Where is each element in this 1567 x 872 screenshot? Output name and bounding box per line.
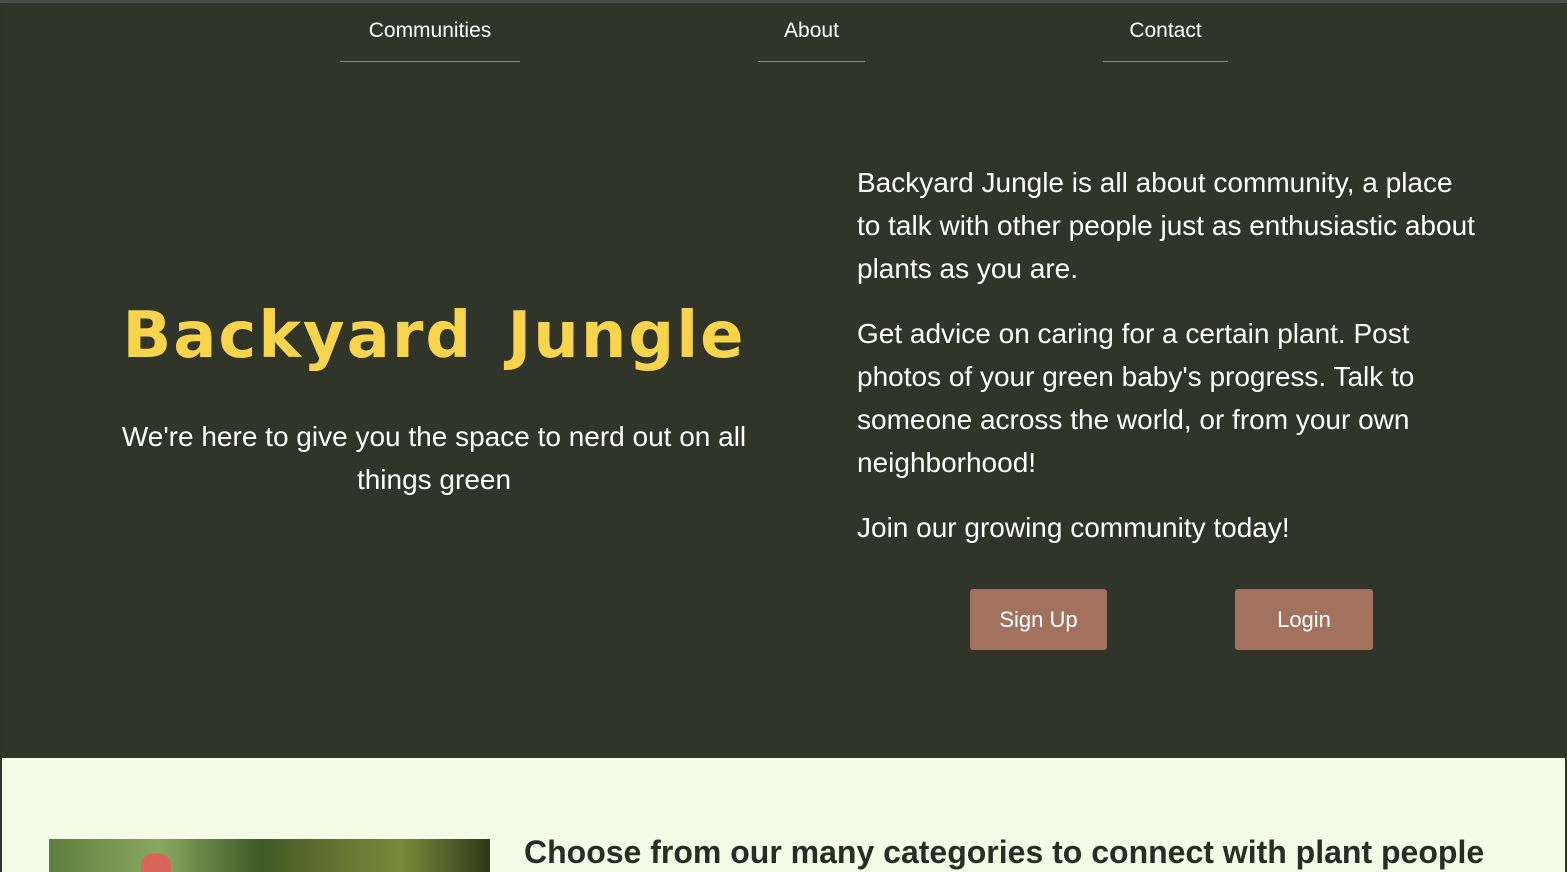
login-button[interactable]: Login [1235,589,1373,650]
about-text: Backyard Jungle is all about community, … [857,161,1477,571]
gardening-photo [49,839,490,872]
nav-link-communities[interactable]: Communities [340,13,520,62]
sign-up-button[interactable]: Sign Up [970,589,1107,650]
nav-link-about[interactable]: About [758,13,865,62]
nav-link-contact[interactable]: Contact [1103,13,1228,62]
about-paragraph-join: Join our growing community today! [857,512,1290,543]
site-title: Backyard Jungle [122,299,746,373]
about-paragraph-community: Backyard Jungle is all about community, … [857,167,1475,284]
categories-section: Choose from our many categories to conne… [2,758,1565,872]
categories-heading: Choose from our many categories to conne… [524,834,1485,870]
photo-person-hat [141,853,171,872]
site-tagline: We're here to give you the space to nerd… [121,421,747,495]
hero-section: Communities About Contact Backyard Jungl… [2,3,1565,758]
about-paragraph-advice: Get advice on caring for a certain plant… [857,318,1415,478]
